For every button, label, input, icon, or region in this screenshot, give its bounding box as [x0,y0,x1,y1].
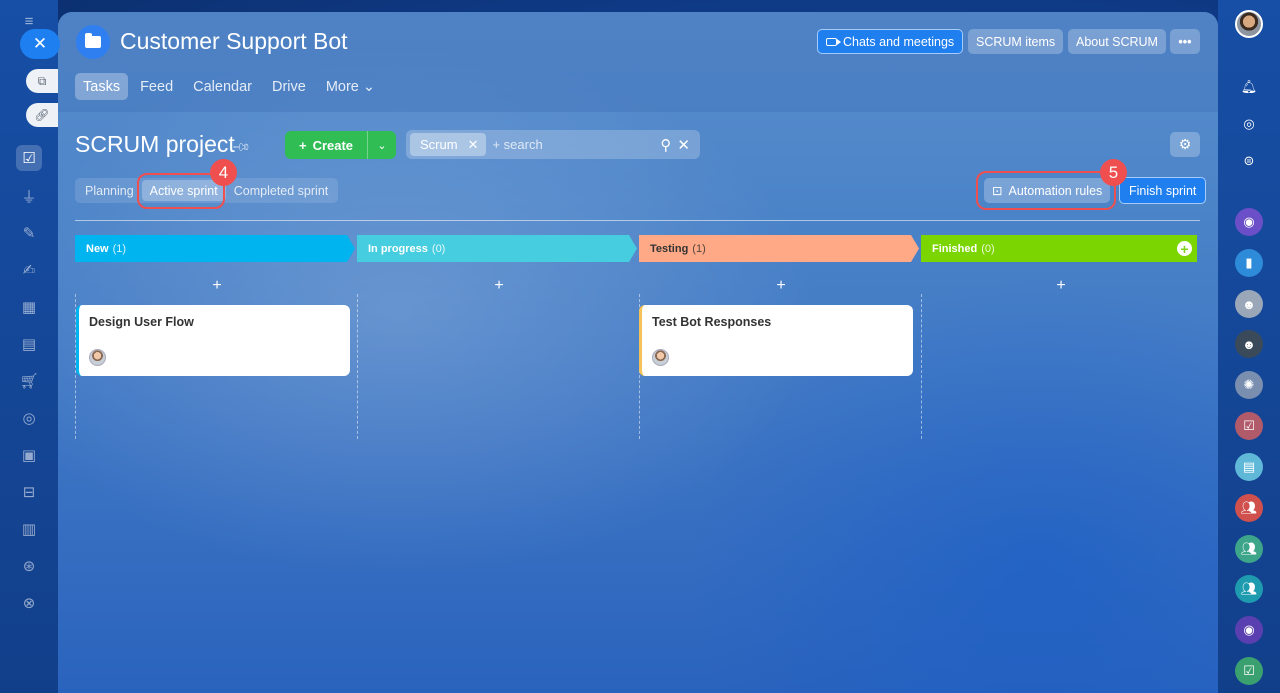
analytics-nav-icon[interactable]: ▥ [16,516,42,542]
tab-tasks[interactable]: Tasks [75,73,129,100]
inbox-nav-icon[interactable]: ⊟ [16,479,42,505]
tasks-nav-icon[interactable]: ☑ [16,145,42,171]
column-divider [921,294,922,439]
nav-tabs: Tasks Feed Calendar Drive More ⌄ [75,73,383,100]
add-column-icon[interactable]: + [1177,241,1192,256]
plus-icon: + [298,137,307,153]
avatar[interactable] [89,349,106,366]
tab-feed[interactable]: Feed [132,73,181,100]
column-divider [357,294,358,439]
scrum-items-button[interactable]: SCRUM items [968,29,1064,54]
divider [75,220,1200,221]
column-header-testing[interactable]: Testing (1) [639,235,919,262]
step-badge: 4 [210,159,237,186]
add-task-button[interactable]: + [771,277,791,295]
add-task-button[interactable]: + [489,277,509,295]
clear-search-icon[interactable]: ✕ [677,136,690,154]
task-chat-icon[interactable]: ☑ [1235,412,1263,440]
search-filter[interactable]: Scrum ✕ + search ⚲ ✕ [406,130,700,159]
tab-completed-sprint[interactable]: Completed sprint [226,180,337,201]
task-card[interactable]: Design User Flow [76,305,350,376]
more-options-button[interactable]: ••• [1170,29,1200,54]
task-title[interactable]: Design User Flow [89,315,194,329]
close-slider-button[interactable]: ✕ [20,29,60,59]
notifications-icon[interactable]: 🔔︎ [1235,73,1263,101]
team-chat-icon[interactable]: 👥︎ [1235,575,1263,603]
add-task-button[interactable]: + [207,277,227,295]
calendar-nav-icon[interactable]: ▦ [16,294,42,320]
docs-nav-icon[interactable]: ✎ [16,220,42,246]
copilot-icon[interactable]: ◎ [1235,110,1263,138]
filter-nav-icon[interactable]: ⏚ [16,183,42,209]
project-title: SCRUM project [75,131,235,157]
target-nav-icon[interactable]: ◎ [16,405,42,431]
search-input[interactable]: + search [492,137,660,152]
chevron-down-icon[interactable]: ⌄ [368,139,396,152]
video-camera-icon [826,37,841,46]
folder-icon [76,25,110,59]
crm-nav-icon[interactable]: ▤ [16,331,42,357]
marketplace-nav-icon[interactable]: ⊗ [16,590,42,616]
copilot-chat-icon[interactable]: ◉ [1235,208,1263,236]
task-chat-icon[interactable]: ☑ [1235,657,1263,685]
add-task-button[interactable]: + [1051,277,1071,295]
create-button[interactable]: + Create ⌄ [285,131,396,159]
finish-sprint-button[interactable]: Finish sprint [1119,177,1207,204]
tab-drive[interactable]: Drive [264,73,314,100]
search-icon[interactable]: ⚲ [660,136,671,154]
messenger-icon[interactable]: ⊜ [1235,147,1263,175]
open-new-window-icon[interactable]: ⧉ [26,69,58,93]
chats-meetings-button[interactable]: Chats and meetings [817,29,964,54]
contact-avatar-icon[interactable]: ☻ [1235,290,1263,318]
contact-avatar-icon[interactable]: ☻ [1235,330,1263,358]
contacts-nav-icon[interactable]: ▣ [16,442,42,468]
column-header-in-progress[interactable]: In progress (0) [357,235,637,262]
filter-chip[interactable]: Scrum ✕ [410,133,487,156]
chip-remove-icon[interactable]: ✕ [468,137,479,153]
team-chat-icon[interactable]: 👥︎ [1235,535,1263,563]
tab-more[interactable]: More ⌄ [318,73,383,100]
gear-icon[interactable]: ⚙ [1170,132,1200,157]
column-header-finished[interactable]: Finished (0) [921,235,1197,262]
create-main-button[interactable]: + Create [285,131,368,159]
group-chat-icon[interactable]: ✺ [1235,371,1263,399]
settings-nav-icon[interactable]: ⊛ [16,553,42,579]
user-avatar[interactable] [1235,10,1263,38]
bookmark-chat-icon[interactable]: ▮ [1235,249,1263,277]
task-card[interactable]: Test Bot Responses [639,305,913,376]
tab-calendar[interactable]: Calendar [185,73,260,100]
tab-planning[interactable]: Planning [77,180,142,201]
task-title[interactable]: Test Bot Responses [652,315,771,329]
sign-nav-icon[interactable]: ✍ [16,257,42,283]
cart-nav-icon[interactable]: 🛒︎ [16,368,42,394]
right-sidebar: 🔔︎ ◎ ⊜ ◉ ▮ ☻ ☻ ✺ ☑ ▤ 👥︎ 👥︎ 👥︎ ◉ ☑ [1218,0,1280,693]
avatar[interactable] [652,349,669,366]
copilot-chat-icon[interactable]: ◉ [1235,616,1263,644]
scrum-panel: Customer Support Bot Chats and meetings … [58,12,1218,693]
page-title: Customer Support Bot [120,28,348,54]
column-header-new[interactable]: New (1) [75,235,355,262]
team-chat-icon[interactable]: 👥︎ [1235,494,1263,522]
comments-chat-icon[interactable]: ▤ [1235,453,1263,481]
step-badge: 5 [1100,159,1127,186]
callout-automation-rules [976,171,1116,210]
copy-link-icon[interactable]: 🔗︎ [26,103,58,127]
about-scrum-button[interactable]: About SCRUM [1068,29,1166,54]
